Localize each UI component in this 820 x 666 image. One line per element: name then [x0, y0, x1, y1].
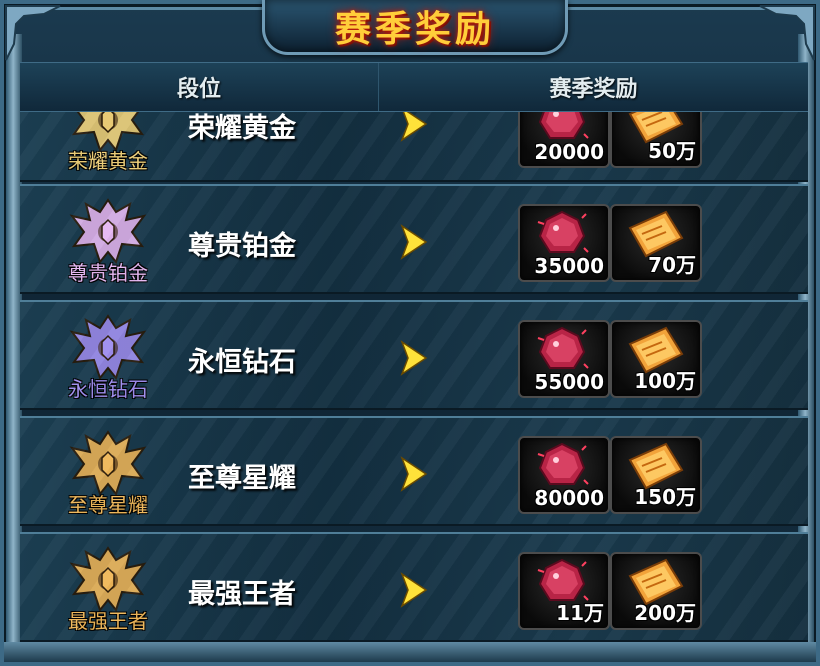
diamond-rank-emblem-icon: 永恒钻石: [62, 312, 154, 404]
reward-ticket-amount: 200万: [634, 601, 696, 625]
reward-ticket-amount: 50万: [648, 139, 696, 163]
arrow-right-icon: [400, 224, 428, 260]
reward-ticket-amount: 70万: [648, 253, 696, 277]
platinum-rank-emblem-icon: 尊贵铂金: [62, 196, 154, 288]
reward-ticket-amount: 100万: [634, 369, 696, 393]
reward-ticket-slot[interactable]: 200万: [610, 552, 702, 630]
frame-ornament-icon: [759, 5, 815, 61]
frame-bottom-border: [4, 642, 816, 662]
rank-row: 最强王者 最强王者 11万 200万: [20, 532, 808, 642]
table-header: 段位 赛季奖励: [20, 62, 808, 112]
reward-ticket-slot[interactable]: 150万: [610, 436, 702, 514]
arrow-right-icon: [400, 572, 428, 608]
title-plate: 赛季奖励: [262, 0, 568, 55]
rank-row: 尊贵铂金 尊贵铂金 35000 70万: [20, 184, 808, 294]
rank-name: 至尊星耀: [188, 463, 296, 494]
reward-gem-amount: 80000: [534, 486, 604, 510]
frame-ornament-icon: [5, 5, 61, 61]
rank-name: 荣耀黄金: [188, 113, 296, 144]
reward-gem-amount: 35000: [534, 254, 604, 278]
reward-gem-slot[interactable]: 80000: [518, 436, 610, 514]
header-rank: 段位: [20, 63, 379, 111]
reward-gem-amount: 55000: [534, 370, 604, 394]
badge-label: 荣耀黄金: [68, 149, 148, 173]
reward-ticket-slot[interactable]: 50万: [610, 112, 702, 168]
rank-row: 至尊星耀 至尊星耀 80000 150万: [20, 416, 808, 526]
reward-ticket-amount: 150万: [634, 485, 696, 509]
reward-gem-slot[interactable]: 35000: [518, 204, 610, 282]
badge-label: 尊贵铂金: [68, 261, 148, 285]
king-rank-emblem-icon: 最强王者: [62, 544, 154, 636]
reward-list[interactable]: 荣耀黄金 荣耀黄金 20000 50万 尊贵铂金 尊贵铂金 35000 70万 永恒钻石 永恒钻石…: [20, 112, 808, 642]
badge-label: 最强王者: [68, 609, 148, 633]
star-rank-emblem-icon: 至尊星耀: [62, 428, 154, 520]
rank-row: 永恒钻石 永恒钻石 55000 100万: [20, 300, 808, 410]
gold-rank-emblem-icon: 荣耀黄金: [62, 112, 154, 176]
rank-name: 最强王者: [188, 579, 296, 610]
reward-gem-slot[interactable]: 20000: [518, 112, 610, 168]
rank-name: 尊贵铂金: [188, 231, 296, 262]
reward-gem-amount: 11万: [556, 601, 604, 625]
badge-label: 永恒钻石: [68, 377, 148, 401]
arrow-right-icon: [400, 456, 428, 492]
arrow-right-icon: [400, 340, 428, 376]
rank-row: 荣耀黄金 荣耀黄金 20000 50万: [20, 112, 808, 182]
reward-gem-amount: 20000: [534, 140, 604, 164]
reward-ticket-slot[interactable]: 70万: [610, 204, 702, 282]
arrow-right-icon: [400, 112, 428, 142]
reward-gem-slot[interactable]: 55000: [518, 320, 610, 398]
header-reward: 赛季奖励: [549, 77, 638, 102]
reward-ticket-slot[interactable]: 100万: [610, 320, 702, 398]
reward-gem-slot[interactable]: 11万: [518, 552, 610, 630]
badge-label: 至尊星耀: [68, 493, 148, 517]
rank-name: 永恒钻石: [188, 347, 296, 378]
page-title: 赛季奖励: [334, 8, 495, 50]
